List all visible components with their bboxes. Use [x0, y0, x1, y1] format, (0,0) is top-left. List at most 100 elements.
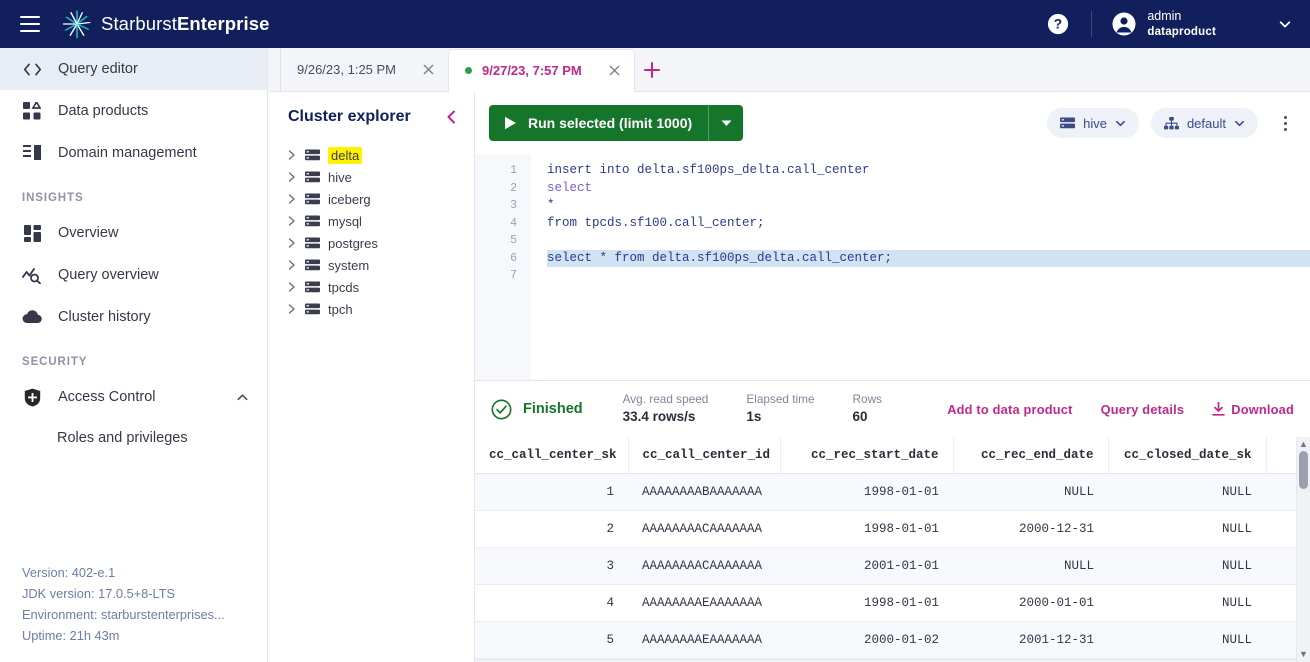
sidebar-item-cluster-history[interactable]: Cluster history	[0, 296, 267, 338]
chevron-right-icon[interactable]	[288, 148, 297, 163]
main-area: 9/26/23, 1:25 PM 9/27/23, 7:57 PM Cluste…	[268, 48, 1310, 662]
chevron-down-icon[interactable]	[1278, 17, 1292, 31]
jdk-version-text: JDK version: 17.0.5+8-LTS	[22, 585, 176, 601]
chevron-left-icon[interactable]	[444, 109, 460, 125]
code-line: *	[547, 198, 555, 212]
brand-name-light: Starburst	[101, 13, 177, 34]
table-cell: 3	[475, 547, 628, 585]
close-icon[interactable]	[422, 63, 435, 76]
sidebar-item-label: Cluster history	[58, 309, 151, 325]
chevron-right-icon[interactable]	[288, 258, 297, 273]
vertical-scrollbar[interactable]: ▲ ▼	[1296, 437, 1310, 662]
chevron-right-icon[interactable]	[288, 192, 297, 207]
query-tab-inactive[interactable]: 9/26/23, 1:25 PM	[280, 48, 448, 91]
catalog-row[interactable]: mysql	[268, 210, 474, 232]
run-selected-main[interactable]: Run selected (limit 1000)	[489, 105, 708, 141]
metric-value: 33.4 rows/s	[622, 408, 696, 424]
help-circle-icon[interactable]: ?	[1047, 13, 1069, 35]
caret-down-icon	[721, 120, 732, 126]
add-tab-button[interactable]	[635, 48, 669, 91]
catalog-row[interactable]: iceberg	[268, 188, 474, 210]
shield-icon	[22, 388, 42, 407]
catalog-label: postgres	[328, 235, 378, 251]
table-row[interactable]: 4 AAAAAAAAEAAAAAAA 1998-01-01 2000-01-01…	[475, 584, 1310, 622]
column-header[interactable]: cc_call_center_id	[628, 437, 781, 474]
account-circle-icon[interactable]	[1112, 12, 1136, 36]
run-selected-button[interactable]: Run selected (limit 1000)	[489, 105, 744, 141]
triangle-down-icon[interactable]: ▼	[1299, 650, 1308, 659]
table-row[interactable]: 5 AAAAAAAAEAAAAAAA 2000-01-02 2001-12-31…	[475, 621, 1310, 659]
table-row[interactable]: 2 AAAAAAAACAAAAAAA 1998-01-01 2000-12-31…	[475, 510, 1310, 548]
column-header[interactable]: cc_rec_start_date	[780, 437, 954, 474]
catalog-selector-label: hive	[1083, 115, 1107, 131]
table-row[interactable]: 1 AAAAAAAABAAAAAAA 1998-01-01 NULL NULL	[475, 473, 1310, 511]
sidebar-item-query-overview[interactable]: Query overview	[0, 254, 267, 296]
code-lines[interactable]: insert into delta.sf100ps_delta.call_cen…	[531, 154, 1310, 380]
cluster-explorer-header: Cluster explorer	[268, 108, 474, 126]
table-cell: AAAAAAAACAAAAAAA	[628, 547, 780, 585]
table-cell: AAAAAAAAEAAAAAAA	[628, 621, 780, 659]
query-details-link[interactable]: Query details	[1101, 402, 1185, 417]
tab-status-dot	[465, 67, 473, 74]
catalog-label: hive	[328, 169, 352, 185]
catalog-row[interactable]: system	[268, 254, 474, 276]
chart-search-icon	[22, 266, 42, 284]
more-vertical-icon[interactable]	[1274, 108, 1296, 138]
catalog-label: tpch	[328, 301, 353, 317]
line-number: 4	[510, 216, 517, 230]
catalog-row[interactable]: postgres	[268, 232, 474, 254]
header-right-group: ? admin dataproduct	[1047, 9, 1292, 39]
chevron-right-icon[interactable]	[288, 302, 297, 317]
chevron-right-icon[interactable]	[288, 236, 297, 251]
catalog-row[interactable]: tpcds	[268, 276, 474, 298]
table-cell: NULL	[1108, 510, 1266, 548]
table-cell: 1998-01-01	[780, 510, 953, 548]
column-header[interactable]: cc_rec_end_date	[953, 437, 1109, 474]
hamburger-icon[interactable]	[20, 16, 40, 32]
database-icon	[305, 149, 320, 161]
table-cell: NULL	[1108, 621, 1266, 659]
catalog-row[interactable]: delta	[268, 144, 474, 166]
table-cell: 5	[475, 621, 628, 659]
chevron-right-icon[interactable]	[288, 280, 297, 295]
schema-selector[interactable]: default	[1150, 108, 1258, 138]
column-header[interactable]: cc_closed_date_sk	[1108, 437, 1267, 474]
close-icon[interactable]	[608, 64, 621, 77]
column-header[interactable]: cc_call_center_sk	[475, 437, 629, 474]
sidebar-item-data-products[interactable]: Data products	[0, 90, 267, 132]
line-number: 7	[510, 269, 517, 282]
triangle-up-icon[interactable]: ▲	[1299, 440, 1308, 449]
query-tab-active[interactable]: 9/27/23, 7:57 PM	[448, 49, 635, 92]
sidebar-item-roles-and-privileges[interactable]: Roles and privileges	[0, 418, 267, 458]
svg-text:?: ?	[1054, 17, 1062, 32]
sidebar-item-domain-management[interactable]: Domain management	[0, 132, 267, 174]
sql-code-editor[interactable]: 1 2 3 4 5 6 7 insert into delta.sf100ps_…	[475, 154, 1310, 380]
run-selected-label: Run selected (limit 1000)	[528, 115, 693, 131]
catalog-label: tpcds	[328, 279, 360, 295]
metric-label: Avg. read speed	[622, 391, 709, 406]
download-link[interactable]: Download	[1212, 402, 1294, 417]
add-to-data-product-link[interactable]: Add to data product	[947, 402, 1072, 417]
chevron-right-icon[interactable]	[288, 214, 297, 229]
code-line-selected: select * from delta.sf100ps_delta.call_c…	[547, 249, 1310, 267]
catalog-selector[interactable]: hive	[1047, 108, 1139, 138]
chevron-right-icon[interactable]	[288, 170, 297, 185]
sidebar-item-access-control[interactable]: Access Control	[0, 376, 267, 418]
catalog-row[interactable]: tpch	[268, 298, 474, 320]
run-options-dropdown[interactable]	[709, 105, 743, 141]
left-sidebar: Query editor Data products Domain manage…	[0, 48, 268, 662]
chevron-up-icon[interactable]	[236, 391, 249, 404]
vertical-scroll-thumb[interactable]	[1299, 451, 1308, 489]
body-region: Query editor Data products Domain manage…	[0, 48, 1310, 662]
grid-shapes-icon	[22, 102, 42, 120]
sidebar-item-overview[interactable]: Overview	[0, 212, 267, 254]
catalog-row[interactable]: hive	[268, 166, 474, 188]
table-row[interactable]: 3 AAAAAAAACAAAAAAA 2001-01-01 NULL NULL	[475, 547, 1310, 585]
download-icon	[1212, 402, 1226, 416]
user-info[interactable]: admin dataproduct	[1147, 9, 1216, 39]
cluster-explorer-panel: Cluster explorer delta hive iceberg mysq…	[268, 92, 475, 662]
editor-toolbar-right: hive default	[1047, 108, 1296, 138]
sidebar-item-query-editor[interactable]: Query editor	[0, 48, 267, 90]
catalog-label: delta	[328, 146, 363, 164]
play-icon	[505, 116, 516, 130]
